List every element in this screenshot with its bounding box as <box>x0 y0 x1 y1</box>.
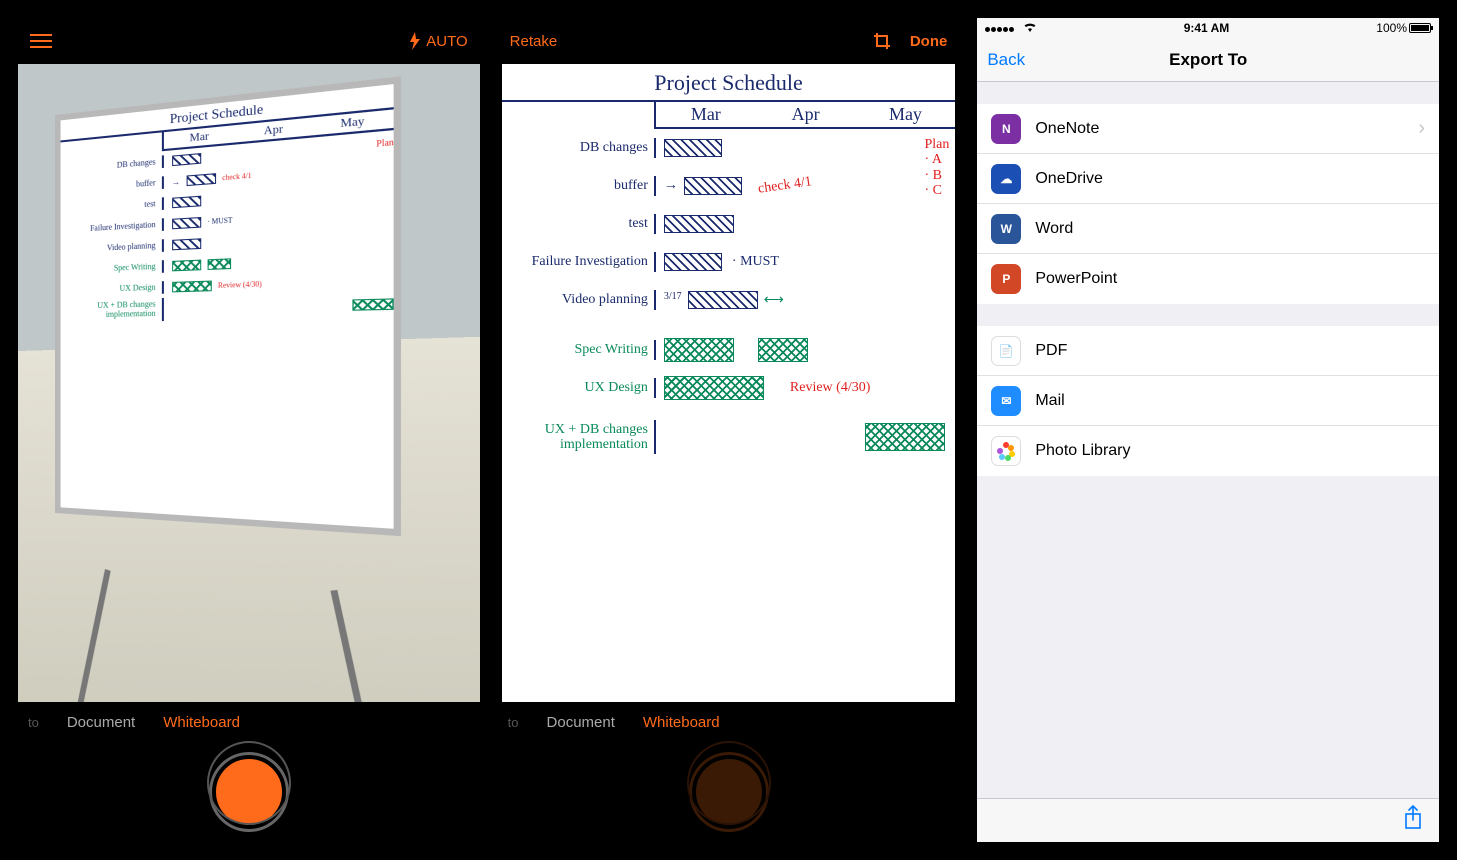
export-label: OneDrive <box>1035 170 1103 188</box>
wb-month: May <box>856 102 956 127</box>
mode-whiteboard[interactable]: Whiteboard <box>643 714 720 731</box>
wb-annot: · A <box>924 152 942 167</box>
mode-to: to <box>28 715 39 730</box>
signal-icon <box>985 21 1036 35</box>
powerpoint-icon: P <box>991 264 1021 294</box>
flash-toggle[interactable]: AUTO <box>408 32 467 50</box>
mode-selector: to Document Whiteboard <box>498 702 960 742</box>
export-label: PowerPoint <box>1035 270 1117 288</box>
wb-task: Video planning <box>60 239 163 257</box>
onenote-icon: N <box>991 114 1021 144</box>
camera-viewport[interactable]: Project Schedule Mar Apr May DB changesP… <box>18 64 480 702</box>
wifi-icon <box>1023 21 1037 35</box>
wb-task: buffer <box>502 176 656 195</box>
status-time: 9:41 AM <box>1184 21 1230 35</box>
whiteboard-processed: Project Schedule Mar Apr May DB changes … <box>502 64 956 702</box>
wb-task: Failure Investigation <box>60 218 163 237</box>
wb-month: Mar <box>656 102 756 127</box>
export-row-mail[interactable]: ✉ Mail <box>977 376 1439 426</box>
page-title: Export To <box>977 50 1439 70</box>
wb-task: Video planning <box>502 290 656 309</box>
wb-annot: · MUST <box>207 216 232 226</box>
battery-pct: 100% <box>1376 21 1407 35</box>
wb-task: UX Design <box>502 378 656 397</box>
export-label: Mail <box>1035 392 1064 410</box>
wb-title: Project Schedule <box>502 64 956 102</box>
mode-selector: to Document Whiteboard <box>18 702 480 742</box>
review-topbar: Retake Done <box>498 18 960 64</box>
shutter-area <box>18 742 480 842</box>
back-button[interactable]: Back <box>987 50 1025 70</box>
done-button[interactable]: Done <box>910 33 948 50</box>
wb-task: UX + DB changes implementation <box>502 420 656 455</box>
battery-indicator: 100% <box>1376 21 1431 35</box>
wb-annot: 3/17 <box>664 291 682 302</box>
wb-task: UX Design <box>60 281 163 297</box>
export-row-powerpoint[interactable]: P PowerPoint <box>977 254 1439 304</box>
wb-task: UX + DB changes implementation <box>60 298 163 323</box>
wb-task: Failure Investigation <box>502 252 656 271</box>
export-label: Word <box>1035 220 1073 238</box>
wb-annot: Plan <box>924 137 949 152</box>
arrow-icon: → <box>664 178 678 194</box>
room-background: Project Schedule Mar Apr May DB changesP… <box>18 64 480 702</box>
export-group-other: 📄 PDF ✉ Mail Photo Library <box>977 326 1439 476</box>
camera-topbar: AUTO <box>18 18 480 64</box>
mode-whiteboard[interactable]: Whiteboard <box>163 714 240 731</box>
wb-annot: Plan <box>376 137 393 149</box>
arrow-icon: ⟷ <box>764 292 784 309</box>
mail-icon: ✉ <box>991 386 1021 416</box>
ios-toolbar <box>977 798 1439 842</box>
share-icon[interactable] <box>1403 805 1423 836</box>
wb-annot: check 4/1 <box>222 171 251 182</box>
ios-navbar: Back Export To <box>977 38 1439 82</box>
onedrive-icon: ☁ <box>991 164 1021 194</box>
export-row-onenote[interactable]: N OneNote › <box>977 104 1439 154</box>
wb-month: Apr <box>756 102 856 127</box>
shutter-button[interactable] <box>212 755 286 829</box>
export-label: Photo Library <box>1035 442 1130 460</box>
export-group-apps: N OneNote › ☁ OneDrive W Word P PowerPoi… <box>977 104 1439 304</box>
shutter-area <box>498 742 960 842</box>
export-row-onedrive[interactable]: ☁ OneDrive <box>977 154 1439 204</box>
wb-task: Spec Writing <box>502 340 656 359</box>
crop-icon[interactable] <box>872 31 892 51</box>
menu-icon[interactable] <box>30 34 52 48</box>
wb-annot: Review (4/30) <box>790 380 870 396</box>
pdf-icon: 📄 <box>991 336 1021 366</box>
wb-task: DB changes <box>502 138 656 157</box>
whiteboard-easel: Project Schedule Mar Apr May DB changesP… <box>55 76 401 651</box>
word-icon: W <box>991 214 1021 244</box>
export-row-pdf[interactable]: 📄 PDF <box>977 326 1439 376</box>
screen-export: 9:41 AM 100% Back Export To N OneNote › … <box>977 18 1439 842</box>
export-row-word[interactable]: W Word <box>977 204 1439 254</box>
photos-icon <box>991 436 1021 466</box>
export-row-photolibrary[interactable]: Photo Library <box>977 426 1439 476</box>
mode-document[interactable]: Document <box>67 714 135 731</box>
whiteboard-mini: Project Schedule Mar Apr May DB changesP… <box>55 76 401 536</box>
ios-statusbar: 9:41 AM 100% <box>977 18 1439 38</box>
mode-to: to <box>508 715 519 730</box>
wb-annot: Review (4/30) <box>218 280 262 290</box>
review-viewport[interactable]: Project Schedule Mar Apr May DB changes … <box>498 64 960 702</box>
retake-button[interactable]: Retake <box>510 33 558 50</box>
wb-task: Spec Writing <box>60 260 163 277</box>
flash-icon <box>408 32 422 50</box>
wb-annot: · MUST <box>732 254 779 270</box>
export-label: PDF <box>1035 342 1067 360</box>
wb-annot: check 4/1 <box>757 174 813 197</box>
wb-task: test <box>502 214 656 233</box>
shutter-button-disabled <box>692 755 766 829</box>
export-label: OneNote <box>1035 120 1099 138</box>
flash-mode-label: AUTO <box>426 33 467 50</box>
mode-document[interactable]: Document <box>547 714 615 731</box>
screen-capture-camera: AUTO Project Schedule Mar Apr May D <box>18 18 480 842</box>
chevron-right-icon: › <box>1418 117 1425 140</box>
screen-review: Retake Done Project Schedule Mar Apr May… <box>498 18 960 842</box>
